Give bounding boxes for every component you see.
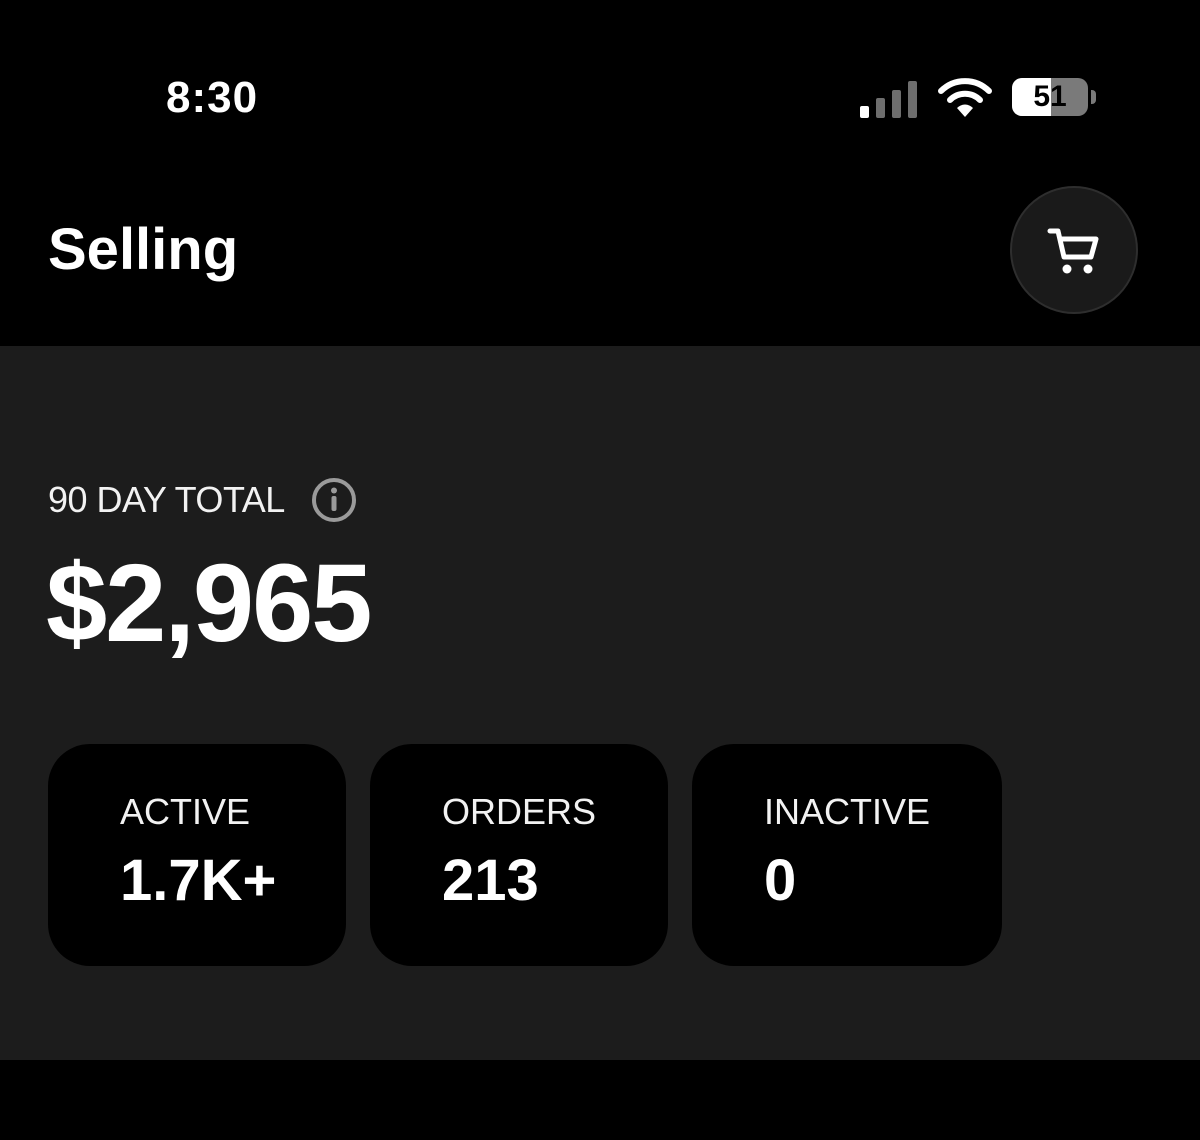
cellular-signal-icon	[860, 81, 917, 118]
stat-card-inactive[interactable]: INACTIVE 0	[692, 744, 1002, 966]
shopping-cart-icon	[1047, 228, 1099, 274]
page-title: Selling	[48, 217, 239, 282]
stat-card-active[interactable]: ACTIVE 1.7K+	[48, 744, 346, 966]
battery-tip	[1091, 90, 1096, 104]
total-label-row: 90 DAY TOTAL	[48, 476, 357, 524]
wifi-icon	[938, 78, 992, 117]
phone-screen: 8:30 51 Selling 90 DAY TOTAL $2,965 ACTI…	[0, 0, 1200, 1140]
stat-value: 0	[764, 848, 797, 913]
battery-indicator: 51	[1012, 78, 1098, 118]
total-label: 90 DAY TOTAL	[48, 479, 285, 520]
status-time: 8:30	[166, 73, 259, 122]
stat-card-orders[interactable]: ORDERS 213	[370, 744, 668, 966]
selling-summary-panel: 90 DAY TOTAL $2,965 ACTIVE 1.7K+ ORDERS …	[0, 346, 1200, 1060]
stat-label: ORDERS	[442, 791, 597, 832]
bottom-bar	[0, 1060, 1200, 1140]
stat-label: INACTIVE	[764, 791, 931, 832]
stat-label: ACTIVE	[120, 791, 251, 832]
stat-value: 1.7K+	[120, 848, 277, 913]
total-value: $2,965	[46, 542, 372, 665]
battery-level: 51	[1033, 80, 1067, 113]
stat-value: 213	[442, 848, 539, 913]
info-icon[interactable]	[311, 477, 357, 523]
status-bar: 8:30 51	[0, 0, 1200, 160]
header: Selling	[0, 160, 1200, 346]
cart-button[interactable]	[1010, 186, 1138, 314]
battery-icon: 51	[1012, 78, 1088, 116]
